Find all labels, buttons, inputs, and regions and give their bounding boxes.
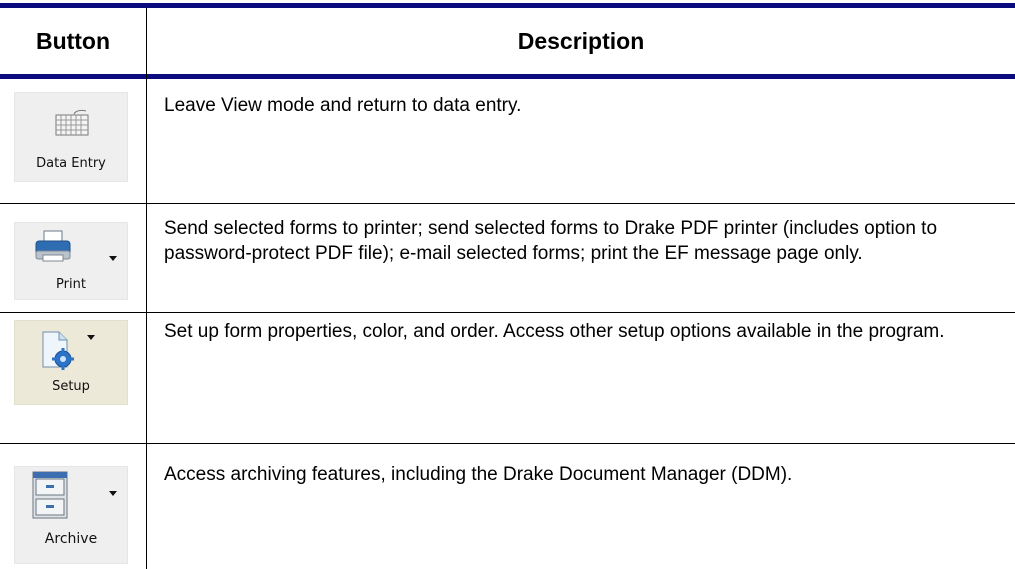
description-cell: Set up form properties, color, and order…	[164, 321, 945, 342]
setup-label: Setup	[52, 379, 90, 394]
description-cell: Access archiving features, including the…	[164, 464, 793, 485]
print-label: Print	[56, 277, 86, 292]
row-divider	[0, 312, 1015, 313]
header-rule	[0, 74, 1015, 79]
archive-button[interactable]: Archive	[14, 466, 128, 564]
data-entry-button[interactable]: Data Entry	[14, 92, 128, 182]
file-cabinet-icon	[32, 471, 68, 519]
data-entry-label: Data Entry	[36, 156, 106, 171]
description-cell: Send selected forms to printer; send sel…	[164, 218, 938, 264]
header-button: Button	[35, 27, 111, 54]
row-divider	[0, 443, 1015, 444]
dropdown-arrow-icon[interactable]	[87, 335, 95, 340]
header-description: Description	[517, 27, 645, 54]
print-button[interactable]: Print	[14, 222, 128, 300]
printer-icon	[35, 230, 71, 262]
description-cell: Leave View mode and return to data entry…	[164, 95, 522, 116]
archive-label: Archive	[44, 531, 98, 547]
keyboard-icon	[55, 109, 89, 136]
dropdown-arrow-icon[interactable]	[109, 256, 117, 261]
row-divider	[0, 203, 1015, 204]
setup-button[interactable]: Setup	[14, 320, 128, 405]
setup-document-gear-icon	[42, 331, 74, 370]
column-divider	[146, 8, 147, 569]
dropdown-arrow-icon[interactable]	[109, 491, 117, 496]
